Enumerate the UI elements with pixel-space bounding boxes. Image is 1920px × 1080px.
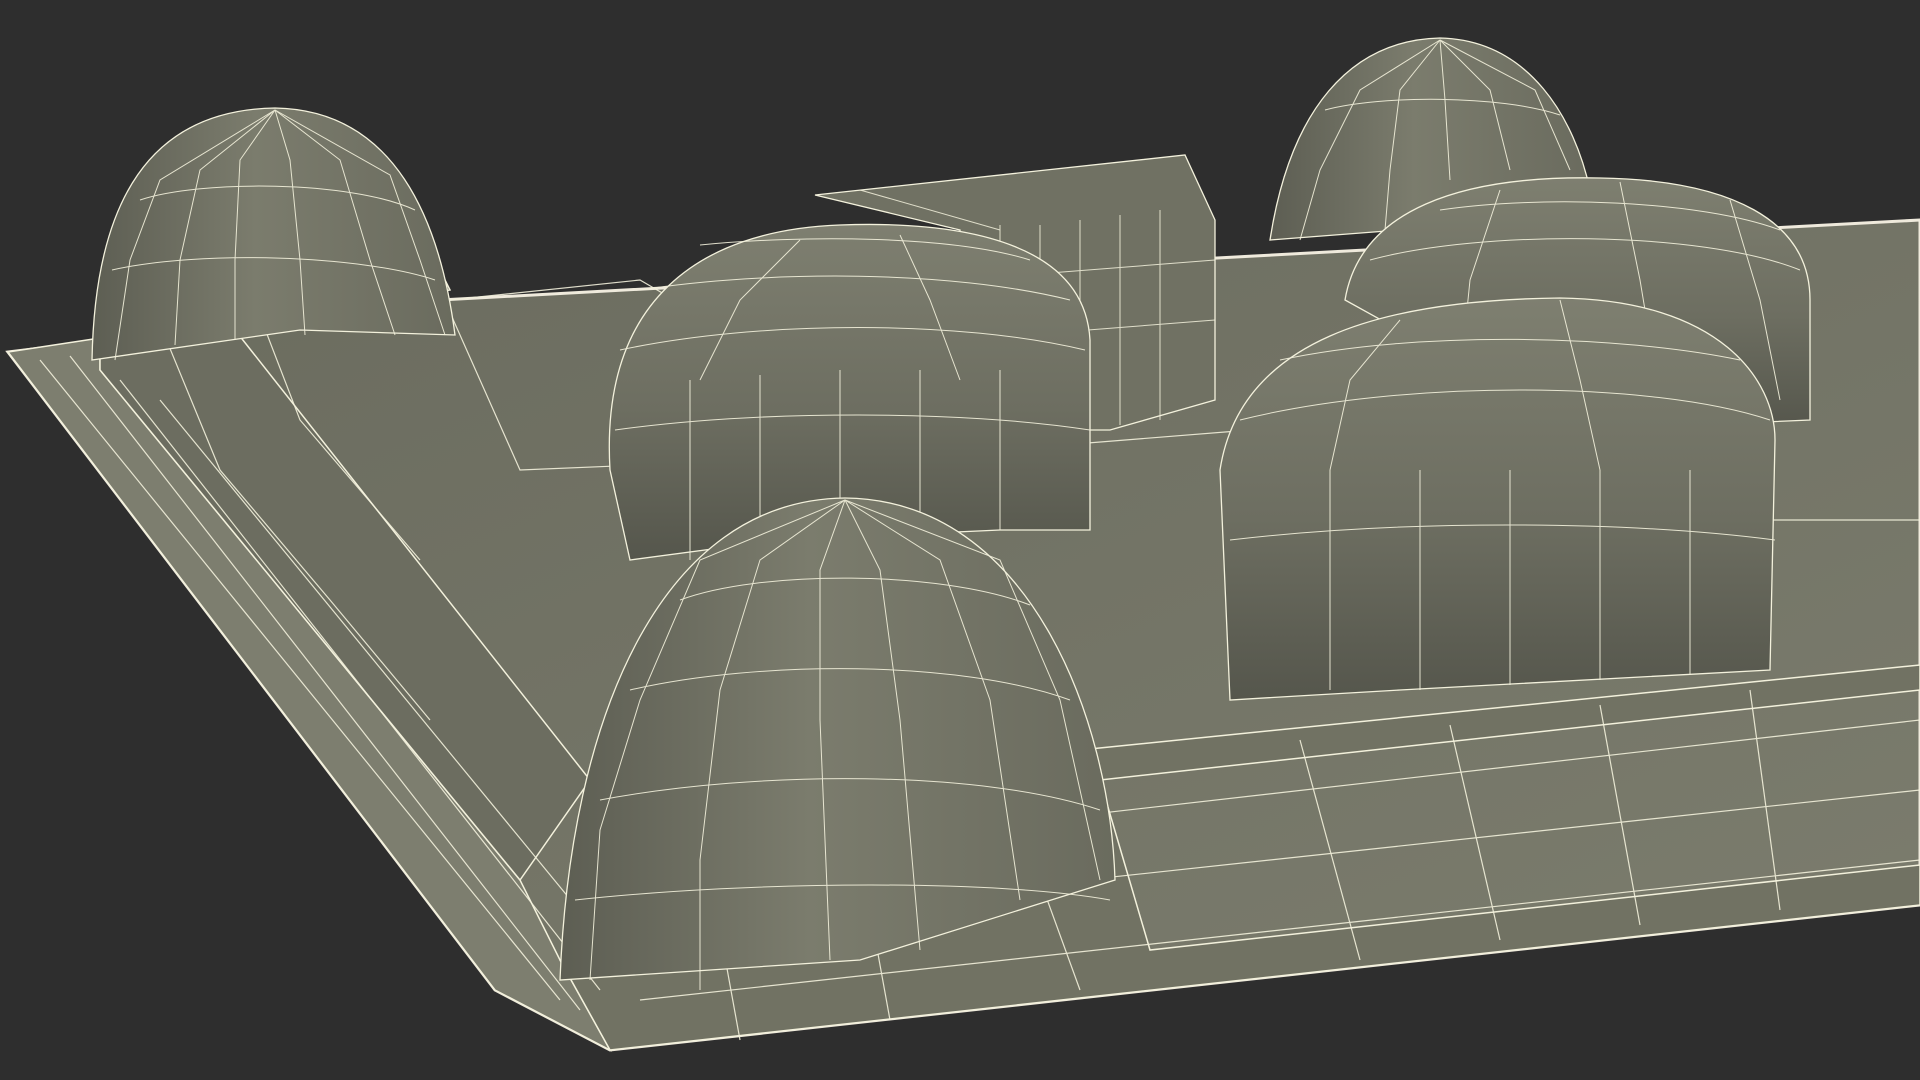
wireframe-render	[5, 37, 1920, 1052]
render-viewport	[0, 0, 1920, 1080]
dome-back-left	[91, 107, 456, 361]
oval-front-right	[1219, 297, 1776, 701]
